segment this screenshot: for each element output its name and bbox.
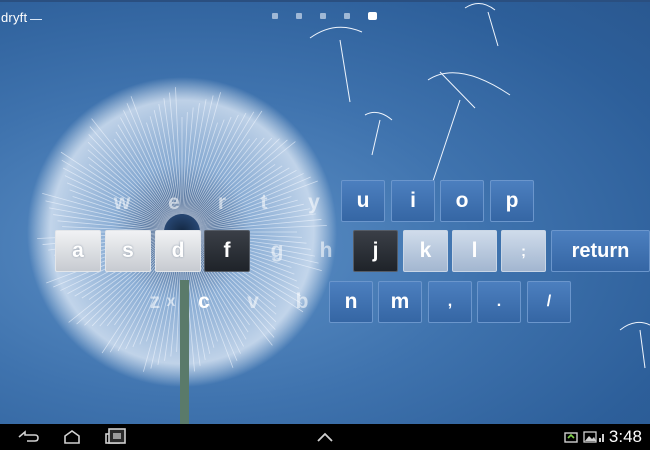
key-r[interactable]: r <box>200 182 244 224</box>
key-k[interactable]: k <box>403 230 448 272</box>
key-p[interactable]: p <box>490 180 534 222</box>
key-l[interactable]: l <box>452 230 497 272</box>
key-n[interactable]: n <box>329 281 373 323</box>
key-v[interactable]: v <box>231 281 275 323</box>
key-e[interactable]: e <box>152 182 196 224</box>
text-cursor <box>30 19 43 20</box>
signal-icon <box>597 428 607 446</box>
key-i[interactable]: i <box>391 180 435 222</box>
key-a[interactable]: a <box>55 230 101 272</box>
screenshot-icon[interactable] <box>106 427 128 445</box>
key-o[interactable]: o <box>440 180 484 222</box>
key-u[interactable]: u <box>341 180 385 222</box>
key-y[interactable]: y <box>292 182 336 224</box>
page-dot[interactable] <box>296 13 302 19</box>
page-dot-active[interactable] <box>368 12 377 20</box>
app-title: dryft <box>1 10 43 25</box>
key-b[interactable]: b <box>280 281 324 323</box>
picture-icon <box>582 428 598 446</box>
key-j[interactable]: j <box>353 230 398 272</box>
page-dot[interactable] <box>344 13 350 19</box>
page-dot[interactable] <box>272 13 278 19</box>
page-dot[interactable] <box>320 13 326 19</box>
key-g[interactable]: g <box>254 230 300 272</box>
key-x[interactable]: x <box>160 281 182 323</box>
usb-icon <box>563 428 579 446</box>
key-w[interactable]: w <box>100 182 144 224</box>
key-s[interactable]: s <box>105 230 151 272</box>
chevron-up-icon[interactable] <box>315 430 335 448</box>
key-f[interactable]: f <box>204 230 250 272</box>
home-page-indicator <box>272 12 377 20</box>
key-m[interactable]: m <box>378 281 422 323</box>
home-icon[interactable] <box>60 428 84 446</box>
system-nav-bar: 3:48 <box>0 424 650 450</box>
return-key[interactable]: return <box>551 230 650 272</box>
key-slash[interactable]: / <box>527 281 571 323</box>
key-c[interactable]: c <box>182 281 226 323</box>
back-icon[interactable] <box>16 428 40 446</box>
status-clock: 3:48 <box>608 427 642 446</box>
key-t[interactable]: t <box>242 182 286 224</box>
key-d[interactable]: d <box>155 230 201 272</box>
key-period[interactable]: . <box>477 281 521 323</box>
key-semicolon[interactable]: ; <box>501 230 546 272</box>
key-h[interactable]: h <box>303 230 349 272</box>
key-comma[interactable]: , <box>428 281 472 323</box>
